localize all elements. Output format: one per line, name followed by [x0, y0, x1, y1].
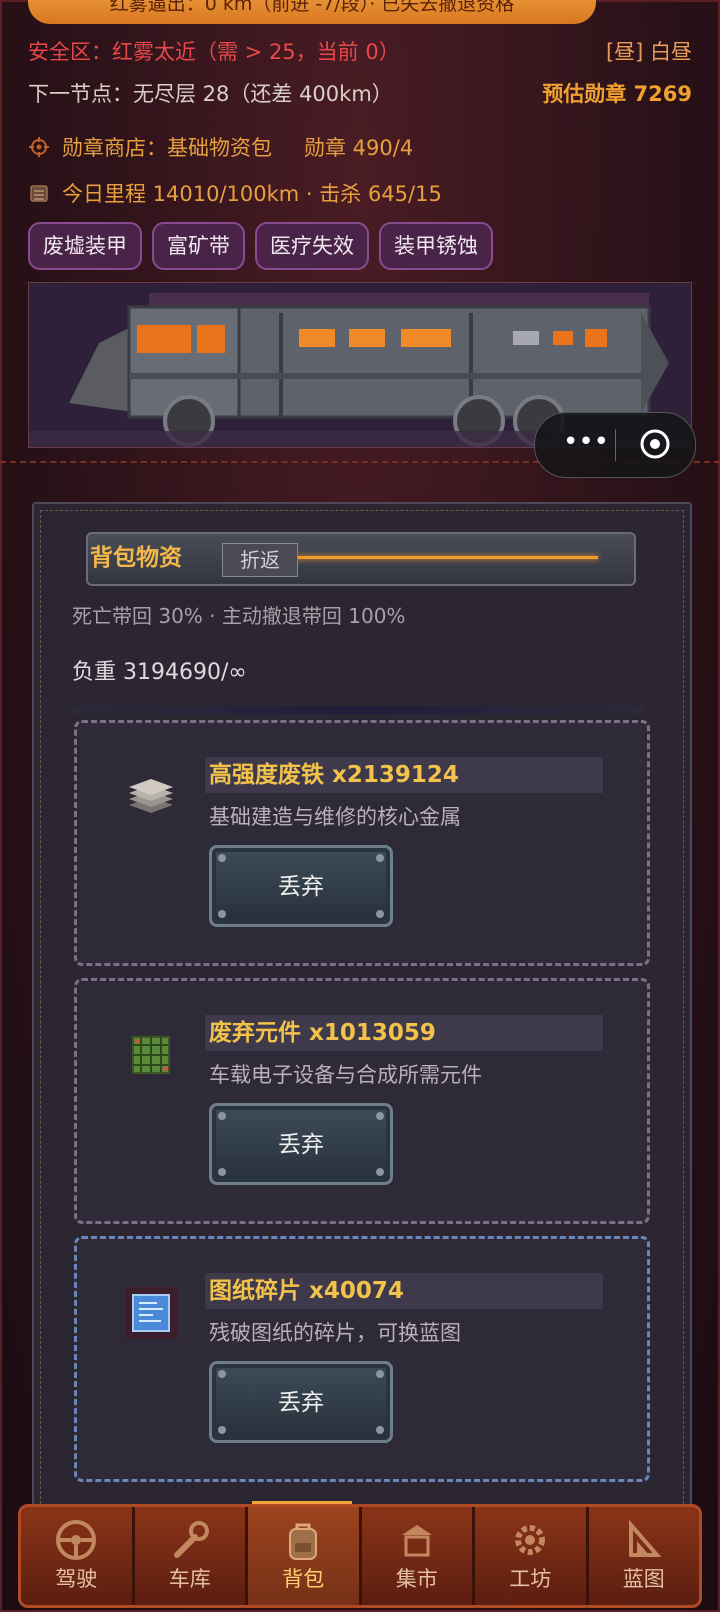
backpack-icon — [289, 1523, 318, 1560]
blueprint-tool-icon — [628, 1519, 662, 1557]
discard-button[interactable]: 丢弃 — [209, 1103, 393, 1185]
nav-item-drive[interactable]: 驾驶 — [21, 1507, 135, 1605]
market-icon — [401, 1525, 432, 1557]
nav-label: 工坊 — [509, 1567, 552, 1591]
mileage-row: 今日里程 14010/100km · 击杀 645/15 — [28, 176, 692, 210]
nav-label: 驾驶 — [55, 1567, 98, 1591]
item-name: 高强度废铁 x2139124 — [205, 757, 603, 793]
scrap-metal-icon — [129, 779, 173, 813]
nav-label: 蓝图 — [622, 1567, 665, 1591]
backpack-title: 背包物资 — [90, 545, 182, 571]
circuit-chip-icon — [132, 1036, 170, 1074]
discard-label: 丢弃 — [278, 1390, 324, 1416]
medal-count: 勋章 490/4 — [304, 136, 414, 160]
medal-estimate: 预估勋章 7269 — [542, 82, 692, 106]
odometer-icon — [30, 185, 48, 202]
item-desc: 车载电子设备与合成所需元件 — [209, 1063, 482, 1087]
nav-label: 车库 — [168, 1567, 211, 1591]
list-divider — [72, 706, 644, 714]
nav-item-backpack[interactable]: 背包 — [248, 1507, 362, 1605]
return-tag[interactable]: 折返 — [222, 543, 298, 577]
discard-button[interactable]: 丢弃 — [209, 1361, 393, 1443]
gear-icon — [515, 1525, 546, 1555]
bottom-nav: 驾驶 车库 背包 集市 工坊 蓝图 — [18, 1504, 702, 1608]
item-desc: 残破图纸的碎片，可换蓝图 — [209, 1321, 461, 1345]
medal-shop-label: 勋章商店：基础物资包 — [62, 136, 272, 160]
item-desc: 基础建造与维修的核心金属 — [209, 805, 461, 829]
safe-zone-status: 安全区：红雾太近（需 > 25，当前 0） — [28, 40, 400, 64]
nav-label: 集市 — [395, 1567, 438, 1591]
next-node-row: 下一节点：无尽层 28（还差 400km） 预估勋章 7269 — [28, 78, 692, 112]
list-item: 废弃元件 x1013059 车载电子设备与合成所需元件 丢弃 — [74, 978, 650, 1224]
red-fog-banner: 红雾逼出：0 km（前进 -7/段）· 已失去撤退资格 — [28, 0, 596, 24]
discard-label: 丢弃 — [278, 874, 324, 900]
discard-button[interactable]: 丢弃 — [209, 845, 393, 927]
crosshair-icon — [29, 137, 49, 157]
item-name: 废弃元件 x1013059 — [205, 1015, 603, 1051]
list-item: 高强度废铁 x2139124 基础建造与维修的核心金属 丢弃 — [74, 720, 650, 966]
nav-label: 背包 — [282, 1567, 325, 1591]
medal-shop-row[interactable]: 勋章商店：基础物资包 勋章 490/4 — [28, 130, 692, 164]
nav-item-blueprint[interactable]: 蓝图 — [589, 1507, 700, 1605]
steering-wheel-icon — [56, 1520, 97, 1560]
modifier-tag[interactable]: 医疗失效 — [255, 222, 369, 270]
modifier-tag[interactable]: 装甲锈蚀 — [379, 222, 493, 270]
modifier-tag[interactable]: 废墟装甲 — [28, 222, 142, 270]
modifier-tags: 废墟装甲 富矿带 医疗失效 装甲锈蚀 — [28, 222, 493, 270]
target-icon[interactable] — [639, 428, 671, 460]
capsule-separator — [615, 429, 616, 461]
safe-zone-row: 安全区：红雾太近（需 > 25，当前 0） [昼] 白昼 — [28, 36, 692, 70]
blueprint-icon — [125, 1287, 177, 1339]
more-dots-icon[interactable]: ••• — [557, 429, 615, 459]
next-node-text: 下一节点：无尽层 28（还差 400km） — [28, 82, 393, 106]
wrench-icon — [173, 1521, 209, 1558]
modifier-tag[interactable]: 富矿带 — [152, 222, 245, 270]
nav-item-workshop[interactable]: 工坊 — [475, 1507, 589, 1605]
mini-program-capsule: ••• — [534, 412, 696, 478]
discard-label: 丢弃 — [278, 1132, 324, 1158]
recovery-info: 死亡带回 30% · 主动撤退带回 100% — [72, 604, 406, 628]
nav-item-market[interactable]: 集市 — [362, 1507, 475, 1605]
item-name: 图纸碎片 x40074 — [205, 1273, 603, 1309]
list-item: 图纸碎片 x40074 残破图纸的碎片，可换蓝图 丢弃 — [74, 1236, 650, 1482]
mileage-text: 今日里程 14010/100km · 击杀 645/15 — [62, 182, 442, 206]
time-of-day: [昼] 白昼 — [605, 40, 692, 64]
weight-info: 负重 3194690/∞ — [72, 660, 247, 685]
nav-item-garage[interactable]: 车库 — [135, 1507, 248, 1605]
